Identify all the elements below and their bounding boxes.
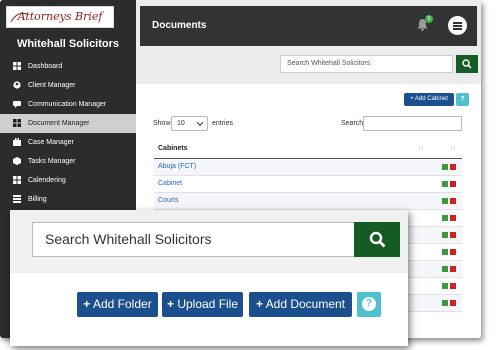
folder-icon xyxy=(13,119,21,127)
help-button-zoomed[interactable]: ? xyxy=(357,292,381,317)
delete-icon[interactable] xyxy=(450,249,456,255)
table-row: Abuja (FCT) xyxy=(154,159,462,176)
edit-icon[interactable] xyxy=(442,249,448,255)
document-toolbar: + Add Folder + Upload File + Add Documen… xyxy=(10,273,408,346)
edit-icon[interactable] xyxy=(442,164,448,170)
sidebar-item-calendering[interactable]: Calendering xyxy=(0,171,136,190)
page-length-value: 10 xyxy=(177,120,185,127)
search-input[interactable]: Search Whitehall Solicitors xyxy=(280,55,453,73)
delete-icon[interactable] xyxy=(450,181,456,187)
search-icon xyxy=(369,231,386,248)
billing-icon xyxy=(13,195,21,203)
sidebar-item-billing[interactable]: Billing xyxy=(0,190,136,209)
question-icon: ? xyxy=(362,297,376,311)
table-row: Courts xyxy=(154,193,462,210)
entries-label: entries xyxy=(212,120,234,127)
zoom-callout: Search Whitehall Solicitors + Add Folder… xyxy=(10,210,408,346)
sidebar-item-label: Client Manager xyxy=(28,82,76,89)
cabinet-link[interactable]: Cabinet xyxy=(158,176,182,192)
edit-icon[interactable] xyxy=(442,300,448,306)
search-icon xyxy=(462,59,472,69)
upload-file-button[interactable]: + Upload File xyxy=(162,292,243,317)
logo-text: Attorneys Brief xyxy=(17,10,103,23)
page-title: Documents xyxy=(152,20,207,31)
sort-icon[interactable]: ↑↓ xyxy=(450,140,456,158)
table-row: Cabinet xyxy=(154,176,462,193)
firm-name: Whitehall Solicitors xyxy=(16,38,120,50)
sidebar-item-label: Billing xyxy=(28,196,47,203)
delete-icon[interactable] xyxy=(450,266,456,272)
delete-icon[interactable] xyxy=(450,283,456,289)
sidebar-item-tasks-manager[interactable]: Tasks Manager xyxy=(0,152,136,171)
sidebar-item-label: Calendering xyxy=(28,177,66,184)
edit-icon[interactable] xyxy=(442,266,448,272)
table-search-label: Search: xyxy=(341,120,366,127)
upload-file-label: Upload File xyxy=(177,297,239,311)
sidebar-item-label: Document Manager xyxy=(28,120,90,127)
cabinet-link[interactable]: Courts xyxy=(158,193,179,209)
notification-badge: 0 xyxy=(425,15,433,23)
dashboard-icon xyxy=(13,62,21,70)
cabinet-link[interactable]: Abuja (FCT) xyxy=(158,159,196,175)
delete-icon[interactable] xyxy=(450,164,456,170)
add-folder-button[interactable]: + Add Folder xyxy=(77,292,158,317)
sidebar-item-label: Communication Manager xyxy=(28,101,107,108)
edit-icon[interactable] xyxy=(442,283,448,289)
search-input-zoomed[interactable]: Search Whitehall Solicitors xyxy=(32,222,355,257)
delete-icon[interactable] xyxy=(450,198,456,204)
delete-icon[interactable] xyxy=(450,215,456,221)
user-icon xyxy=(13,81,21,89)
add-cabinet-label: Add Cabinet xyxy=(414,96,448,102)
edit-icon[interactable] xyxy=(442,181,448,187)
tasks-icon xyxy=(13,157,21,165)
top-bar: Documents 0 xyxy=(140,6,477,46)
logo[interactable]: Attorneys Brief xyxy=(6,6,114,28)
search-button[interactable] xyxy=(456,55,478,73)
table-header: Cabinets ↑↓ ↑↓ xyxy=(154,140,462,159)
help-button[interactable]: ? xyxy=(456,93,469,106)
chevron-down-icon xyxy=(197,122,203,126)
delete-icon[interactable] xyxy=(450,300,456,306)
sidebar-item-document-manager[interactable]: Document Manager xyxy=(0,114,136,133)
table-search-input[interactable] xyxy=(363,116,462,131)
sidebar-item-client-manager[interactable]: Client Manager xyxy=(0,76,136,95)
calendar-icon xyxy=(13,176,21,184)
sidebar-menu: Dashboard Client Manager Communication M… xyxy=(0,57,136,209)
chat-icon xyxy=(13,101,21,108)
sidebar-item-dashboard[interactable]: Dashboard xyxy=(0,57,136,76)
show-label: Show xyxy=(153,120,171,127)
delete-icon[interactable] xyxy=(450,232,456,238)
add-folder-label: Add Folder xyxy=(92,297,152,311)
search-button-zoomed[interactable] xyxy=(354,222,400,257)
sidebar-item-label: Case Manager xyxy=(28,139,74,146)
sidebar-item-communication-manager[interactable]: Communication Manager xyxy=(0,95,136,114)
column-header-cabinets[interactable]: Cabinets xyxy=(158,140,188,158)
briefcase-icon xyxy=(13,138,21,146)
add-cabinet-button[interactable]: + Add Cabinet xyxy=(404,93,454,106)
sort-icon[interactable]: ↑↓ xyxy=(418,140,424,158)
edit-icon[interactable] xyxy=(442,215,448,221)
hamburger-menu-button[interactable] xyxy=(448,16,467,35)
page-length-select[interactable]: 10 xyxy=(171,116,208,131)
edit-icon[interactable] xyxy=(442,198,448,204)
add-document-button[interactable]: + Add Document xyxy=(249,292,352,317)
add-document-label: Add Document xyxy=(265,297,346,311)
edit-icon[interactable] xyxy=(442,232,448,238)
sidebar-item-label: Tasks Manager xyxy=(28,158,76,165)
sidebar-item-label: Dashboard xyxy=(28,63,63,70)
sidebar-item-case-manager[interactable]: Case Manager xyxy=(0,133,136,152)
